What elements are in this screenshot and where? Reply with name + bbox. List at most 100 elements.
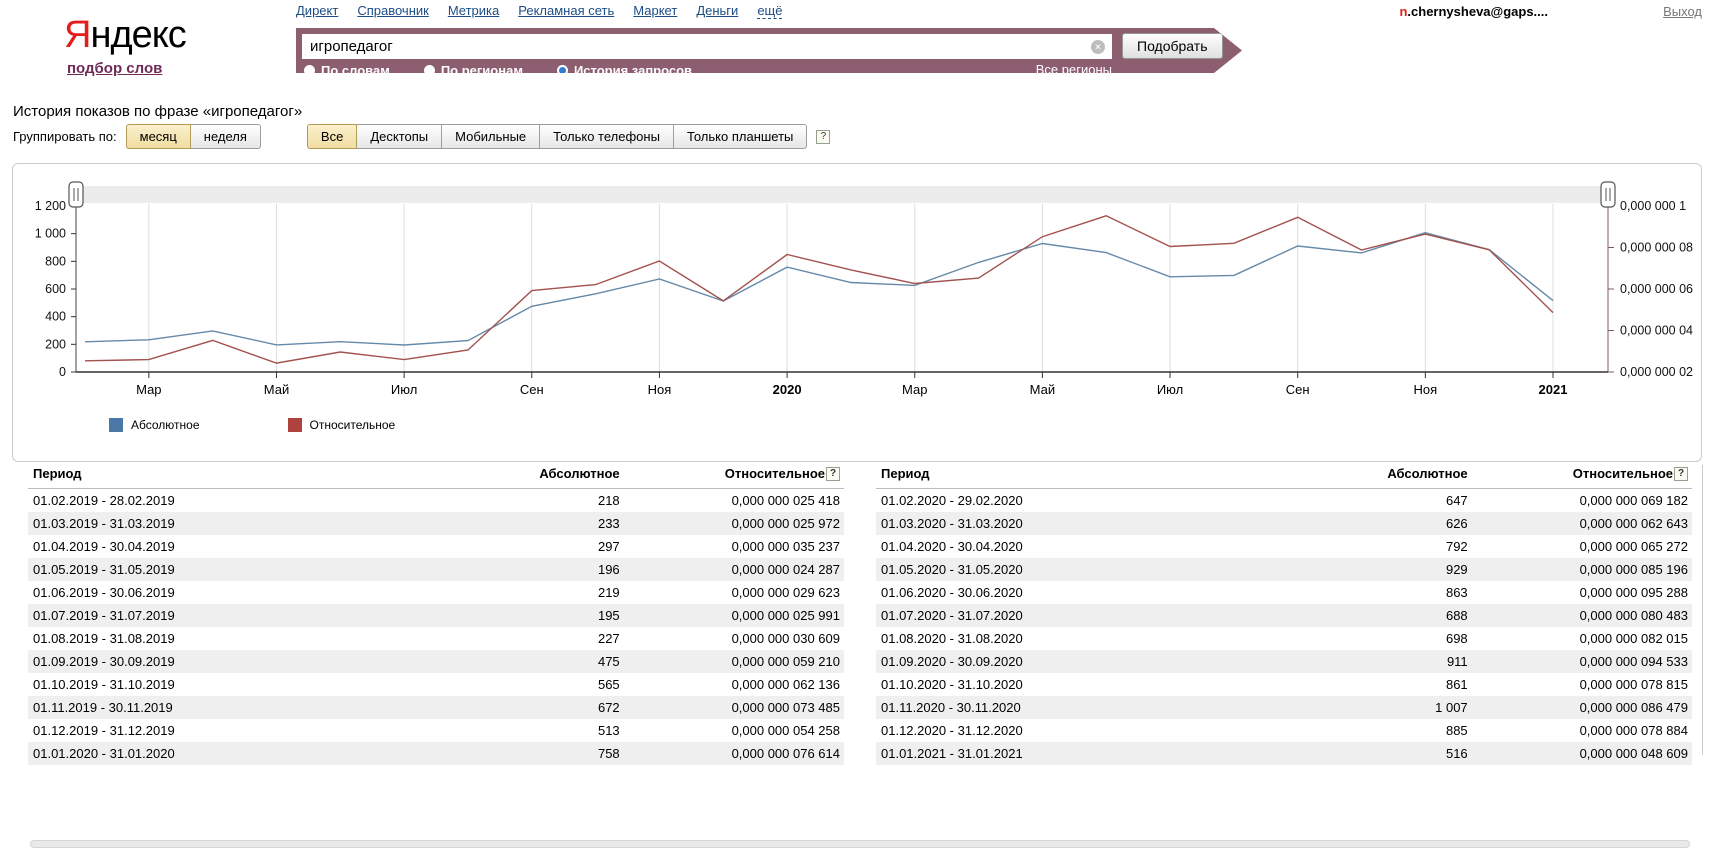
svg-text:400: 400 [45,310,66,324]
period-cell: 01.01.2021 - 31.01.2021 [876,742,1341,765]
relative-cell: 0,000 000 054 258 [624,719,844,742]
mode-radio[interactable]: История запросов [557,63,692,78]
device-filter-button[interactable]: Только телефоны [539,124,674,149]
logo-rest: ндекс [90,14,185,56]
radio-icon [424,65,435,76]
mode-radio[interactable]: По регионам [424,63,523,78]
table-row: 01.03.2020 - 31.03.20206260,000 000 062 … [876,512,1692,535]
series-line-absolute [85,233,1553,345]
nav-link[interactable]: Рекламная сеть [518,3,614,19]
table-row: 01.02.2019 - 28.02.20192180,000 000 025 … [28,489,844,513]
period-cell: 01.09.2020 - 30.09.2020 [876,650,1341,673]
period-cell: 01.07.2020 - 31.07.2020 [876,604,1341,627]
account-email[interactable]: n.chernysheva@gaps.... [1399,4,1548,19]
device-filter-button[interactable]: Десктопы [356,124,442,149]
radio-selected-icon [557,65,568,76]
period-cell: 01.04.2019 - 30.04.2019 [28,535,493,558]
period-cell: 01.02.2019 - 28.02.2019 [28,489,493,513]
nav-link[interactable]: Справочник [357,3,429,19]
absolute-cell: 929 [1341,558,1472,581]
range-slider-handle[interactable] [69,182,83,207]
mode-radio-label: По регионам [441,63,523,78]
column-header: Относительное? [1472,460,1692,489]
relative-cell: 0,000 000 078 884 [1472,719,1692,742]
period-cell: 01.06.2019 - 30.06.2019 [28,581,493,604]
legend-swatch-absolute [109,418,123,432]
table-row: 01.10.2020 - 31.10.20208610,000 000 078 … [876,673,1692,696]
wordstat-link[interactable]: подбор слов [67,60,162,77]
relative-cell: 0,000 000 095 288 [1472,581,1692,604]
chart-panel: 02004006008001 0001 2000,000 000 020,000… [12,163,1702,462]
period-cell: 01.01.2020 - 31.01.2020 [28,742,493,765]
device-filter-buttons: ВсеДесктопыМобильныеТолько телефоныТольк… [307,124,807,149]
submit-button[interactable]: Подобрать [1122,33,1223,59]
absolute-cell: 792 [1341,535,1472,558]
group-by-button[interactable]: месяц [126,124,191,149]
table-row: 01.03.2019 - 31.03.20192330,000 000 025 … [28,512,844,535]
email-rest: .chernysheva@gaps.... [1407,4,1548,19]
column-header: Период [28,460,493,489]
absolute-cell: 885 [1341,719,1472,742]
absolute-cell: 672 [493,696,624,719]
device-filter-button[interactable]: Все [307,124,357,149]
help-icon[interactable]: ? [816,130,830,144]
help-icon[interactable]: ? [1674,467,1688,481]
group-by-button[interactable]: неделя [190,124,261,149]
device-filter-button[interactable]: Только планшеты [673,124,807,149]
period-cell: 01.04.2020 - 30.04.2020 [876,535,1341,558]
logo-letter-ya: Я [64,14,90,56]
svg-text:0,000 000 1: 0,000 000 1 [1620,199,1686,213]
table-row: 01.05.2019 - 31.05.20191960,000 000 024 … [28,558,844,581]
all-regions-link[interactable]: Все регионы [1036,62,1112,78]
column-header: Относительное? [624,460,844,489]
absolute-cell: 513 [493,719,624,742]
absolute-cell: 861 [1341,673,1472,696]
period-cell: 01.06.2020 - 30.06.2020 [876,581,1341,604]
svg-text:Сен: Сен [1286,382,1310,397]
nav-link[interactable]: Маркет [633,3,677,19]
svg-text:0,000 000 04: 0,000 000 04 [1620,324,1693,338]
period-cell: 01.05.2020 - 31.05.2020 [876,558,1341,581]
svg-text:0,000 000 06: 0,000 000 06 [1620,282,1693,296]
svg-text:Мар: Мар [136,382,161,397]
help-icon[interactable]: ? [826,467,840,481]
svg-text:Мар: Мар [902,382,927,397]
table-row: 01.04.2019 - 30.04.20192970,000 000 035 … [28,535,844,558]
period-cell: 01.11.2019 - 30.11.2019 [28,696,493,719]
absolute-cell: 297 [493,535,624,558]
absolute-cell: 516 [1341,742,1472,765]
period-cell: 01.05.2019 - 31.05.2019 [28,558,493,581]
svg-text:800: 800 [45,254,66,268]
relative-cell: 0,000 000 094 533 [1472,650,1692,673]
controls-row: Группировать по: месяцнеделя ВсеДесктопы… [13,124,830,149]
range-slider-track[interactable] [76,186,1608,203]
relative-cell: 0,000 000 065 272 [1472,535,1692,558]
yandex-logo[interactable]: Яндекс [64,14,186,57]
mode-radio-label: По словам [321,63,390,78]
clear-input-icon[interactable]: ✕ [1091,40,1105,54]
table-row: 01.07.2019 - 31.07.20191950,000 000 025 … [28,604,844,627]
table-row: 01.09.2020 - 30.09.20209110,000 000 094 … [876,650,1692,673]
column-header: Период [876,460,1341,489]
svg-text:1 000: 1 000 [35,227,66,241]
periods-table-2020: ПериодАбсолютноеОтносительное?01.02.2020… [876,460,1692,765]
logout-link[interactable]: Выход [1663,4,1702,19]
horizontal-scrollbar[interactable] [30,840,1690,848]
svg-text:0: 0 [59,365,66,379]
mode-radio[interactable]: По словам [304,63,390,78]
nav-link[interactable]: Директ [296,3,338,19]
mode-radio-label: История запросов [574,63,692,78]
range-slider-handle[interactable] [1601,182,1615,207]
absolute-cell: 195 [493,604,624,627]
nav-link[interactable]: Деньги [696,3,738,19]
group-by-buttons: месяцнеделя [126,124,261,149]
search-input[interactable] [302,34,1112,59]
nav-link[interactable]: Метрика [448,3,499,19]
relative-cell: 0,000 000 025 418 [624,489,844,513]
column-header: Абсолютное [493,460,624,489]
relative-cell: 0,000 000 062 643 [1472,512,1692,535]
absolute-cell: 219 [493,581,624,604]
nav-link[interactable]: ещё [757,3,782,19]
svg-text:Ноя: Ноя [648,382,672,397]
device-filter-button[interactable]: Мобильные [441,124,540,149]
